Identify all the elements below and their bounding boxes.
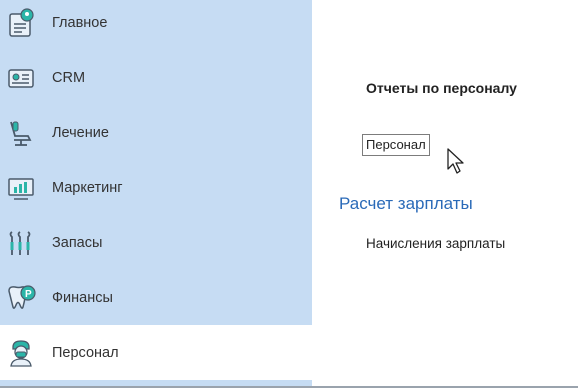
doctor-icon — [4, 336, 38, 370]
sidebar-item-home[interactable]: Главное — [0, 0, 312, 50]
sidebar-item-label: CRM — [52, 69, 86, 86]
presentation-icon — [4, 171, 38, 205]
sidebar-item-treatment[interactable]: Лечение — [0, 105, 312, 160]
sidebar-item-label: Персонал — [52, 344, 119, 361]
sidebar-item-label: Запасы — [52, 234, 103, 251]
mouse-pointer-icon — [446, 147, 466, 180]
contact-card-icon — [4, 61, 38, 95]
section-title: Расчет зарплаты — [339, 194, 473, 213]
home-icon — [4, 6, 38, 40]
sidebar-item-label: Главное — [52, 14, 108, 31]
page-title: Отчеты по персоналу — [366, 80, 517, 96]
bottom-divider — [0, 386, 578, 388]
dental-tools-icon — [4, 226, 38, 260]
sidebar-item-label: Лечение — [52, 124, 109, 141]
sidebar: Главное CRM Лечение Маркетинг Запасы P Ф… — [0, 0, 312, 387]
staff-report-link[interactable]: Персонал — [362, 134, 430, 156]
payroll-accruals-link[interactable]: Начисления зарплаты — [366, 236, 505, 251]
svg-text:P: P — [25, 289, 32, 300]
sidebar-item-crm[interactable]: CRM — [0, 50, 312, 105]
sidebar-item-label: Маркетинг — [52, 179, 123, 196]
dental-chair-icon — [4, 116, 38, 150]
tooth-coin-icon: P — [4, 281, 38, 315]
sidebar-item-marketing[interactable]: Маркетинг — [0, 160, 312, 215]
sidebar-item-staff[interactable]: Персонал — [0, 325, 312, 380]
sidebar-item-label: Финансы — [52, 289, 113, 306]
sidebar-item-finance[interactable]: P Финансы — [0, 270, 312, 325]
sidebar-item-stock[interactable]: Запасы — [0, 215, 312, 270]
